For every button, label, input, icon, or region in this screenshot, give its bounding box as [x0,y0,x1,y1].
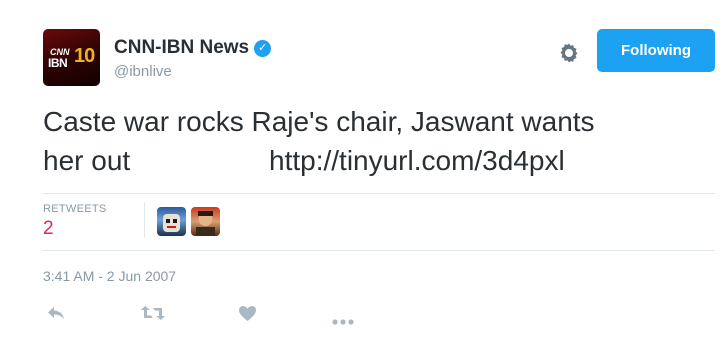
stats-bottom-divider [43,250,715,251]
account-avatar[interactable]: CNN IBN 10 [43,29,100,86]
avatar-logo-ibn: IBN [48,56,68,70]
tweet-text-line-1: Caste war rocks Raje's chair, Jaswant wa… [43,106,595,137]
account-display-name[interactable]: CNN-IBN News [114,37,249,59]
tweet-text-line-2: her out [43,145,131,176]
tweet-link[interactable]: http://tinyurl.com/3d4pxl [269,145,565,177]
stats-top-divider [43,193,715,194]
following-button[interactable]: Following [597,29,715,72]
retweet-icon[interactable] [140,305,166,326]
retweets-label[interactable]: RETWEETS [43,203,107,215]
account-handle[interactable]: @ibnlive [114,63,172,80]
account-name-row: CNN-IBN News ✓ [114,37,272,59]
gear-icon[interactable] [557,41,581,65]
tweet-timestamp[interactable]: 3:41 AM - 2 Jun 2007 [43,268,176,284]
like-icon[interactable] [238,305,257,327]
retweeter-avatar[interactable] [157,207,186,236]
stats-separator [144,202,145,238]
verified-badge-icon: ✓ [254,39,272,57]
retweets-count[interactable]: 2 [43,218,54,240]
retweeter-avatar[interactable] [191,207,220,236]
avatar-logo-ten: 10 [74,45,95,67]
more-icon[interactable] [332,312,354,330]
reply-icon[interactable] [46,305,66,326]
